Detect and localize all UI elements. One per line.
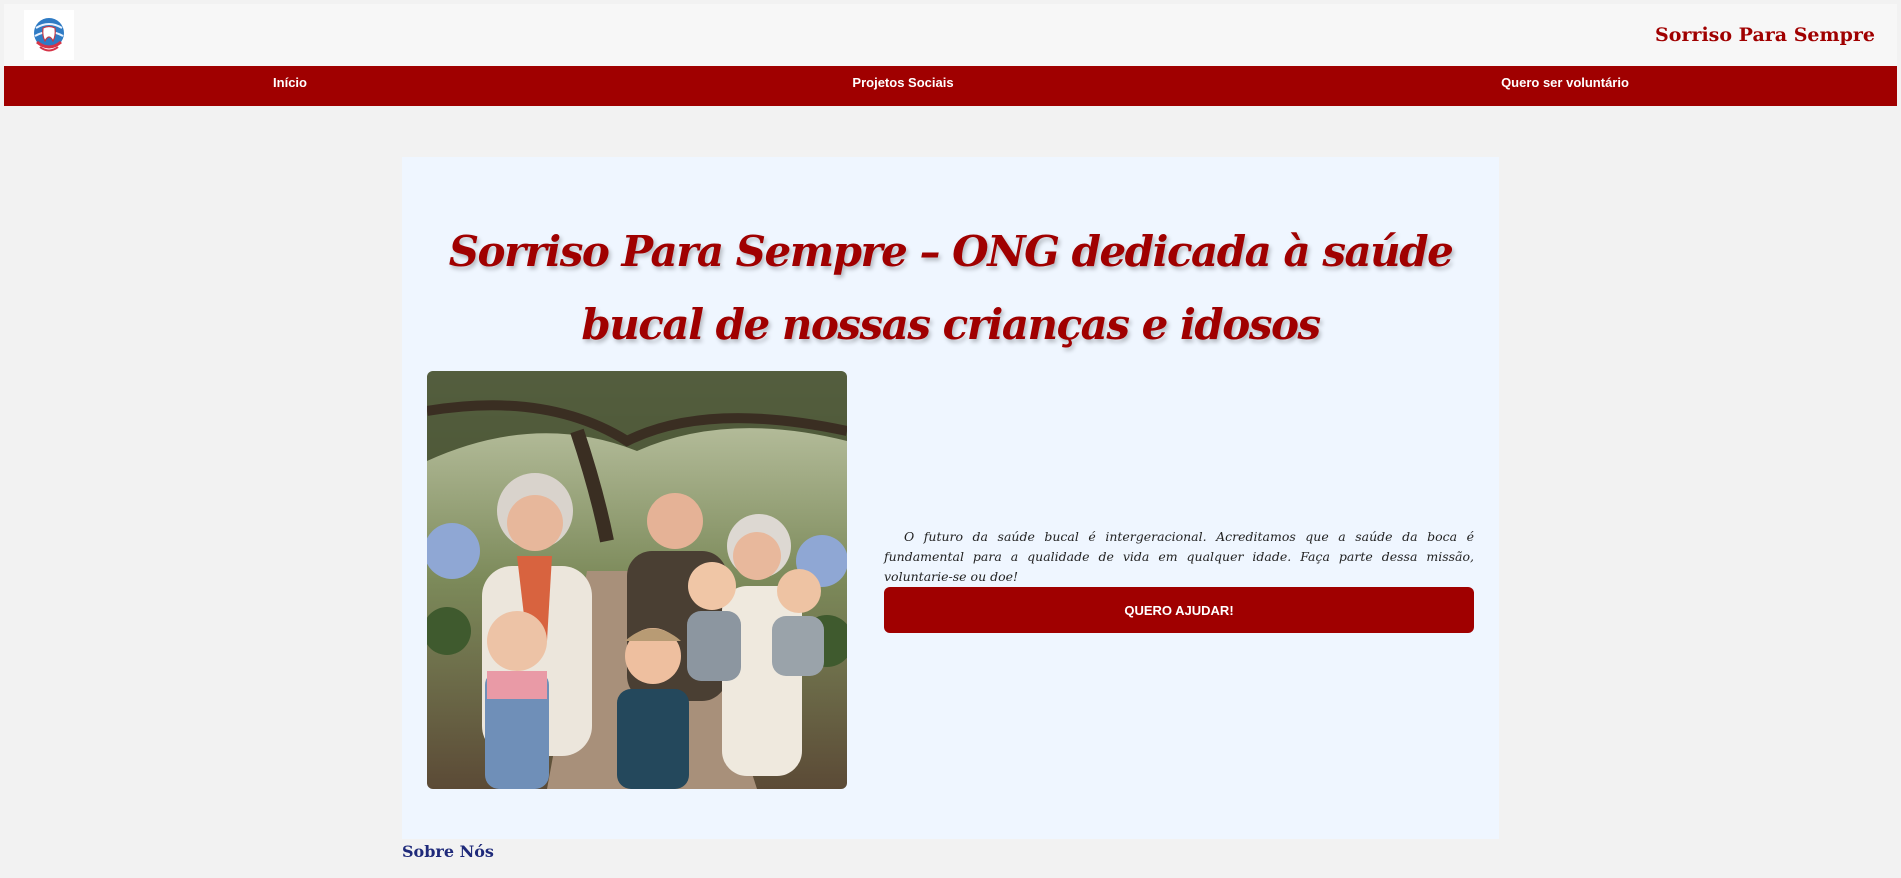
nav-item-projetos-sociais[interactable]: Projetos Sociais bbox=[852, 66, 953, 106]
hero-photo bbox=[427, 371, 847, 789]
nav-item-inicio[interactable]: Início bbox=[273, 66, 307, 106]
hero-section: Sorriso Para Sempre – ONG dedicada à saú… bbox=[402, 157, 1499, 839]
main-nav: Início Projetos Sociais Quero ser volunt… bbox=[4, 66, 1897, 106]
quero-ajudar-button[interactable]: QUERO AJUDAR! bbox=[884, 587, 1474, 633]
site-header: Sorriso Para Sempre bbox=[4, 4, 1897, 66]
hero-title: Sorriso Para Sempre – ONG dedicada à saú… bbox=[448, 227, 1454, 349]
about-heading: Sobre Nós bbox=[402, 842, 494, 861]
family-photo-image bbox=[427, 371, 847, 789]
brand-name[interactable]: Sorriso Para Sempre bbox=[1655, 24, 1875, 46]
hero-intro-text: O futuro da saúde bucal é intergeraciona… bbox=[884, 529, 1474, 584]
nav-item-quero-ser-voluntario[interactable]: Quero ser voluntário bbox=[1501, 66, 1629, 106]
tooth-globe-logo-icon bbox=[34, 18, 64, 52]
logo[interactable] bbox=[24, 10, 74, 60]
